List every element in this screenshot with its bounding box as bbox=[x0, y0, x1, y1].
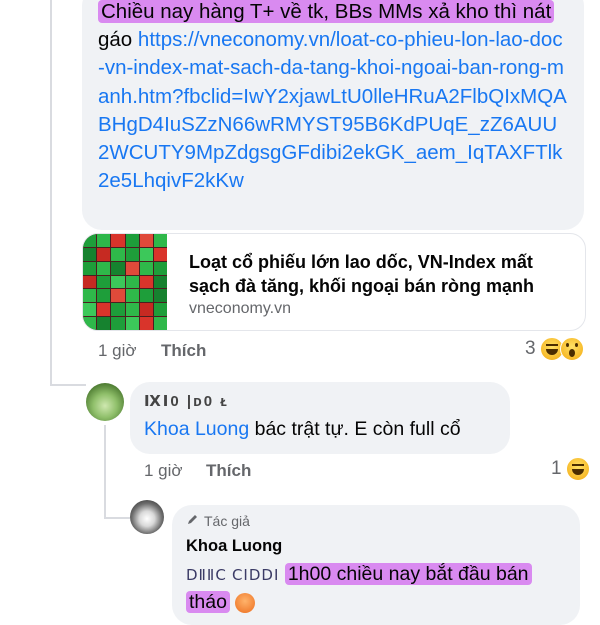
wow-icon bbox=[559, 337, 584, 361]
emoji-icon bbox=[235, 592, 256, 613]
heatmap-cell bbox=[125, 317, 139, 330]
mention-link[interactable]: Khoa Luong bbox=[144, 418, 249, 440]
heatmap-cell bbox=[125, 234, 139, 247]
preview-title[interactable]: Loạt cổ phiếu lớn lao dốc, VN-Index mất … bbox=[189, 250, 575, 298]
reply-author[interactable]: ⅨⅠ0 |ᴅ0 ᴌ bbox=[144, 392, 229, 410]
heatmap-cell bbox=[97, 317, 111, 330]
heatmap-cell bbox=[139, 247, 153, 261]
heatmap-cell bbox=[111, 303, 125, 317]
reply-like-label: Thích bbox=[206, 461, 252, 480]
thread-line bbox=[50, 0, 52, 385]
heatmap-cell bbox=[83, 289, 97, 303]
heatmap-cell bbox=[153, 303, 167, 317]
heatmap-cell bbox=[153, 234, 167, 247]
heatmap-cell bbox=[111, 275, 125, 289]
heatmap-cell bbox=[153, 317, 167, 330]
obscured-mention[interactable]: ⅮⅡⅡⅭ ⅭⅠⅮⅮⅠ bbox=[186, 567, 279, 584]
heatmap-cell bbox=[139, 289, 153, 303]
reply-bubble: ⅨⅠ0 |ᴅ0 ᴌ Khoa Luong bác trật tự. E còn … bbox=[130, 382, 510, 454]
highlighted-text: Chiều nay hàng T+ về tk, BBs MMs xả kho … bbox=[98, 0, 555, 23]
heatmap-cell bbox=[97, 234, 111, 247]
pencil-icon bbox=[186, 513, 199, 529]
heatmap-cell bbox=[139, 317, 153, 330]
preview-thumbnail bbox=[83, 234, 167, 330]
heatmap-cell bbox=[153, 247, 167, 261]
heatmap-cell bbox=[139, 303, 153, 317]
reply-reaction-count: 1 bbox=[551, 458, 562, 479]
heatmap-cell bbox=[83, 247, 97, 261]
heatmap-cell bbox=[125, 303, 139, 317]
heatmap-cell bbox=[153, 275, 167, 289]
reply-text-body: bác trật tự. E còn full cổ bbox=[249, 418, 461, 440]
reply-text: Khoa Luong bác trật tự. E còn full cổ bbox=[144, 418, 461, 441]
heatmap-cell bbox=[139, 234, 153, 247]
author-badge-label: Tác giả bbox=[204, 513, 250, 529]
heatmap-cell bbox=[83, 303, 97, 317]
heatmap-cell bbox=[111, 317, 125, 330]
preview-domain: vneconomy.vn bbox=[189, 300, 291, 317]
reply-thread-line bbox=[104, 425, 106, 518]
like-button[interactable]: Thích bbox=[161, 341, 206, 361]
heatmap-cell bbox=[153, 261, 167, 275]
heatmap-cell bbox=[139, 275, 153, 289]
reply-like-button[interactable]: Thích bbox=[206, 461, 251, 481]
heatmap-cell bbox=[153, 289, 167, 303]
heatmap-cell bbox=[97, 275, 111, 289]
heatmap-cell bbox=[83, 234, 97, 247]
comment-link[interactable]: https://vneconomy.vn/loat-co-phieu-lon-l… bbox=[98, 28, 567, 192]
heatmap-cell bbox=[125, 261, 139, 275]
comment-time[interactable]: 1 giờ bbox=[98, 341, 137, 361]
comment-text-tail: gáo bbox=[98, 28, 133, 52]
heatmap-cell bbox=[111, 234, 125, 247]
link-preview-card[interactable]: Loạt cổ phiếu lớn lao dốc, VN-Index mất … bbox=[82, 233, 586, 331]
heatmap-cell bbox=[111, 261, 125, 275]
reaction-count: 3 bbox=[525, 338, 536, 359]
heatmap-cell bbox=[83, 261, 97, 275]
heatmap-cell bbox=[83, 275, 97, 289]
reply-text: ⅮⅡⅡⅭ ⅭⅠⅮⅮⅠ 1h00 chiều nay bắt đầu bán th… bbox=[186, 561, 574, 615]
heatmap-cell bbox=[139, 261, 153, 275]
heatmap-cell bbox=[125, 289, 139, 303]
reply-time[interactable]: 1 giờ bbox=[144, 461, 183, 481]
heatmap-cell bbox=[111, 247, 125, 261]
highlighted-text-line2: tháo bbox=[186, 591, 230, 613]
reply-author[interactable]: Khoa Luong bbox=[186, 537, 282, 556]
like-label: Thích bbox=[161, 341, 207, 360]
reply-bubble: Tác giả Khoa Luong ⅮⅡⅡⅭ ⅭⅠⅮⅮⅠ 1h00 chiều… bbox=[172, 505, 580, 625]
heatmap-cell bbox=[97, 303, 111, 317]
heatmap-cell bbox=[111, 289, 125, 303]
haha-icon bbox=[565, 457, 590, 481]
heatmap-cell bbox=[97, 289, 111, 303]
reply-thread-curve bbox=[104, 517, 130, 519]
author-badge: Tác giả bbox=[186, 513, 250, 529]
comment-text: Chiều nay hàng T+ về tk, BBs MMs xả kho … bbox=[98, 0, 568, 195]
thread-line-curve bbox=[50, 384, 86, 386]
highlighted-text: 1h00 chiều nay bắt đầu bán bbox=[284, 563, 532, 585]
avatar[interactable] bbox=[86, 383, 124, 421]
heatmap-cell bbox=[125, 275, 139, 289]
heatmap-cell bbox=[83, 317, 97, 330]
avatar[interactable] bbox=[130, 500, 164, 534]
reactions[interactable]: 3 bbox=[525, 337, 584, 361]
comment-bubble: Chiều nay hàng T+ về tk, BBs MMs xả kho … bbox=[82, 0, 584, 230]
reply-reactions[interactable]: 1 bbox=[551, 457, 590, 481]
heatmap-cell bbox=[97, 261, 111, 275]
heatmap-cell bbox=[97, 247, 111, 261]
heatmap-cell bbox=[125, 247, 139, 261]
